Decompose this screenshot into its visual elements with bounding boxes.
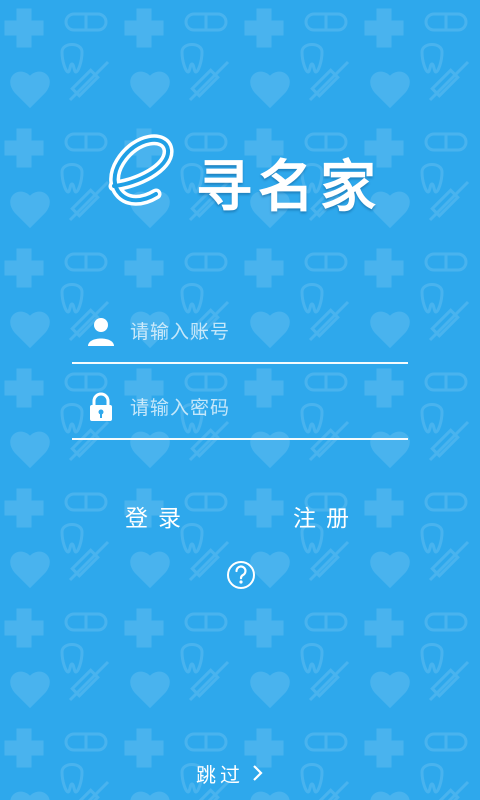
password-input[interactable] (128, 386, 402, 430)
question-circle-icon[interactable] (226, 560, 256, 590)
login-button[interactable]: 登录 (98, 498, 218, 538)
account-field (72, 302, 408, 364)
register-button[interactable]: 注册 (266, 498, 386, 538)
brand-logo: 寻名家 (96, 128, 396, 220)
chevron-right-icon (253, 765, 263, 781)
login-screen: 寻名家 登录 注册 跳过 (0, 0, 480, 800)
brand-name: 寻名家 (196, 155, 382, 220)
e-logo-icon (108, 134, 174, 206)
lock-icon (90, 392, 112, 421)
skip-label: 跳过 (196, 762, 244, 787)
skip-button[interactable]: 跳过 (196, 758, 264, 788)
user-icon (88, 318, 114, 346)
account-input[interactable] (128, 310, 402, 354)
password-field (72, 378, 408, 440)
